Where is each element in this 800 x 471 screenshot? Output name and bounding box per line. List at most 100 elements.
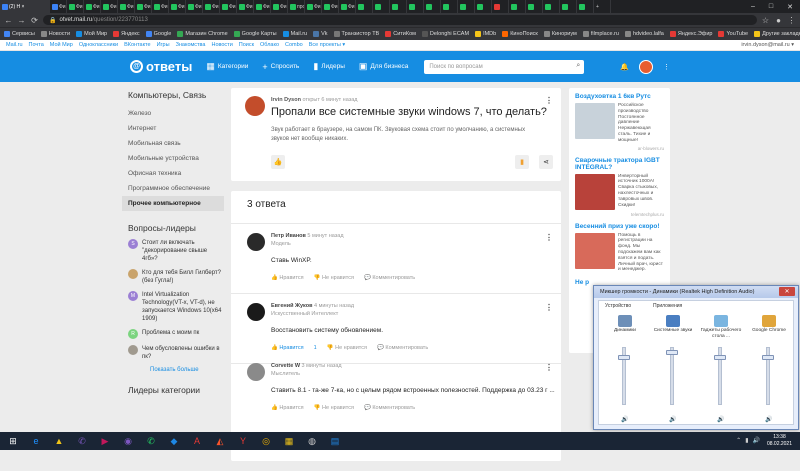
browser-tab[interactable] bbox=[509, 0, 526, 13]
bookmark-item[interactable]: Магазин Chrome bbox=[177, 31, 228, 37]
portal-link[interactable]: Облако bbox=[260, 42, 279, 48]
leader-question[interactable]: S Стоит ли включать "декорирование свыше … bbox=[122, 239, 224, 263]
browser-tab[interactable] bbox=[441, 0, 458, 13]
browser-tab[interactable]: Фи bbox=[339, 0, 356, 13]
portal-link[interactable]: Знакомства bbox=[176, 42, 206, 48]
ad-block[interactable]: Воздуховтка 1 6кв Рутс Российское произво… bbox=[575, 93, 664, 151]
bookmark-item[interactable]: Транзистор ТВ bbox=[333, 31, 379, 37]
portal-link[interactable]: Mail.ru bbox=[6, 42, 23, 48]
question-menu-icon[interactable]: ⋮ bbox=[545, 96, 553, 105]
bookmark-item[interactable]: Мой Мир bbox=[76, 31, 107, 37]
portal-link[interactable]: Мой Мир bbox=[50, 42, 73, 48]
browser-tab[interactable] bbox=[390, 0, 407, 13]
bookmark-item[interactable]: КиноПоиск bbox=[502, 31, 538, 37]
header-nav-item[interactable]: + Спросить bbox=[262, 61, 299, 72]
maximize-icon[interactable]: □ bbox=[769, 3, 773, 10]
taskbar-app-icon[interactable]: ▲ bbox=[49, 433, 69, 449]
browser-tab[interactable]: Фи bbox=[203, 0, 220, 13]
bookmark-item[interactable]: СитиКом bbox=[385, 31, 416, 37]
sidebar-item[interactable]: Прочее компьютерное bbox=[122, 196, 224, 211]
profile-icon[interactable]: ● bbox=[774, 16, 783, 25]
header-nav-item[interactable]: ▦ Категории bbox=[206, 61, 248, 72]
bookmark-item[interactable]: Сервисы bbox=[4, 31, 35, 37]
bookmark-star-icon[interactable]: ☆ bbox=[761, 16, 770, 25]
clock[interactable]: 13:38 08.02.2021 bbox=[767, 434, 792, 448]
browser-tab[interactable]: Фи bbox=[152, 0, 169, 13]
leader-question[interactable]: R Проблема с моим пк bbox=[122, 329, 224, 339]
browser-tab[interactable] bbox=[458, 0, 475, 13]
bookmark-item[interactable]: Vk bbox=[313, 31, 328, 37]
sidebar-item[interactable]: Офисная техника bbox=[122, 166, 224, 181]
taskbar-app-icon[interactable]: e bbox=[26, 433, 46, 449]
header-nav-item[interactable]: ▣ Для бизнеса bbox=[359, 61, 408, 72]
browser-tab[interactable] bbox=[543, 0, 560, 13]
bookmark-item[interactable]: Google Карты bbox=[233, 31, 277, 37]
volume-slider-thumb[interactable] bbox=[666, 349, 678, 355]
browser-tab[interactable]: Фи bbox=[322, 0, 339, 13]
taskbar-app-icon[interactable]: ◍ bbox=[302, 433, 322, 449]
share-button[interactable]: ⋖ bbox=[539, 155, 553, 169]
taskbar-app-icon[interactable]: ▦ bbox=[279, 433, 299, 449]
portal-user[interactable]: irvin.dyson@mail.ru ▾ bbox=[741, 42, 794, 48]
sidebar-item[interactable]: Программное обеспечение bbox=[122, 181, 224, 196]
ad-image[interactable] bbox=[575, 173, 615, 210]
like-button[interactable]: 👍 Нравится bbox=[271, 405, 304, 411]
header-nav-item[interactable]: ▮ Лидеры bbox=[313, 61, 345, 72]
answer-menu-icon[interactable]: ⋮ bbox=[545, 363, 553, 372]
dislike-button[interactable]: 👎 Не нравится bbox=[314, 275, 354, 281]
taskbar-app-icon[interactable]: A bbox=[187, 433, 207, 449]
sidebar-item[interactable]: Мобильные устройства bbox=[122, 151, 224, 166]
portal-link[interactable]: Новости bbox=[211, 42, 232, 48]
browser-tab[interactable] bbox=[492, 0, 509, 13]
taskbar-app-icon[interactable]: ◆ bbox=[164, 433, 184, 449]
browser-tab[interactable]: Фи bbox=[169, 0, 186, 13]
sidebar-item[interactable]: Железо bbox=[122, 106, 224, 121]
volume-slider-thumb[interactable] bbox=[714, 355, 726, 361]
ad-title[interactable]: Воздуховтка 1 6кв Рутс bbox=[575, 93, 664, 100]
new-tab-button[interactable]: + bbox=[594, 0, 611, 13]
bookmark-item[interactable]: filmplace.ru bbox=[582, 31, 619, 37]
search-icon[interactable]: ⌕ bbox=[576, 62, 580, 70]
bookmark-item[interactable]: Яндекс.Эфир bbox=[669, 31, 712, 37]
browser-tab[interactable]: Фи bbox=[67, 0, 84, 13]
dislike-button[interactable]: 👎 Не нравится bbox=[314, 405, 354, 411]
browser-tab[interactable]: Фи bbox=[135, 0, 152, 13]
more-icon[interactable]: ⋮ bbox=[663, 63, 670, 71]
mixer-close-button[interactable]: ✕ bbox=[779, 287, 795, 296]
leader-question[interactable]: Кто для тебя Билл Гилберт? (без Гугла!) bbox=[122, 269, 224, 285]
browser-tab[interactable] bbox=[407, 0, 424, 13]
logo[interactable]: @ ответы bbox=[130, 59, 192, 74]
network-icon[interactable]: ▮ bbox=[745, 437, 748, 444]
bookmark-button[interactable]: ▮ bbox=[515, 155, 529, 169]
volume-icon[interactable]: 🔊 bbox=[753, 437, 760, 444]
browser-tab[interactable] bbox=[526, 0, 543, 13]
question-author[interactable]: Irvin Dyson bbox=[271, 97, 301, 103]
answer-author[interactable]: Евгений Жуков bbox=[271, 303, 312, 309]
portal-link[interactable]: Одноклассники bbox=[79, 42, 118, 48]
answer-author[interactable]: Corvette W bbox=[271, 363, 300, 369]
bookmark-item[interactable]: Новости bbox=[40, 31, 70, 37]
ad-image[interactable] bbox=[575, 103, 615, 139]
taskbar-app-icon[interactable]: Y bbox=[233, 433, 253, 449]
taskbar-app-icon[interactable]: ◎ bbox=[256, 433, 276, 449]
bookmark-item[interactable]: Другие закладки bbox=[754, 31, 800, 37]
portal-link[interactable]: Почта bbox=[29, 42, 44, 48]
taskbar-app-icon[interactable]: ✆ bbox=[141, 433, 161, 449]
browser-tab[interactable] bbox=[356, 0, 373, 13]
dislike-button[interactable]: 👎 Не нравится bbox=[327, 345, 367, 351]
taskbar-app-icon[interactable]: ▶ bbox=[95, 433, 115, 449]
portal-link[interactable]: Все проекты ▾ bbox=[309, 42, 345, 48]
browser-tab[interactable]: Фи bbox=[186, 0, 203, 13]
forward-icon[interactable]: → bbox=[17, 16, 26, 25]
taskbar-app-icon[interactable]: ◭ bbox=[210, 433, 230, 449]
bell-icon[interactable]: 🔔 bbox=[620, 63, 629, 71]
portal-link[interactable]: Игры bbox=[157, 42, 170, 48]
author-avatar[interactable] bbox=[245, 96, 265, 116]
menu-icon[interactable]: ⋮ bbox=[787, 16, 796, 25]
taskbar-app-icon[interactable]: ✆ bbox=[72, 433, 92, 449]
answer-avatar[interactable] bbox=[247, 233, 265, 251]
bookmark-item[interactable]: Кинориум bbox=[543, 31, 577, 37]
bookmark-item[interactable]: Яндекс bbox=[113, 31, 140, 37]
ad-block[interactable]: Сварочные трактора IGBT INTEGRAL? Инверто… bbox=[575, 157, 664, 217]
answer-author[interactable]: Петр Иванов bbox=[271, 233, 306, 239]
